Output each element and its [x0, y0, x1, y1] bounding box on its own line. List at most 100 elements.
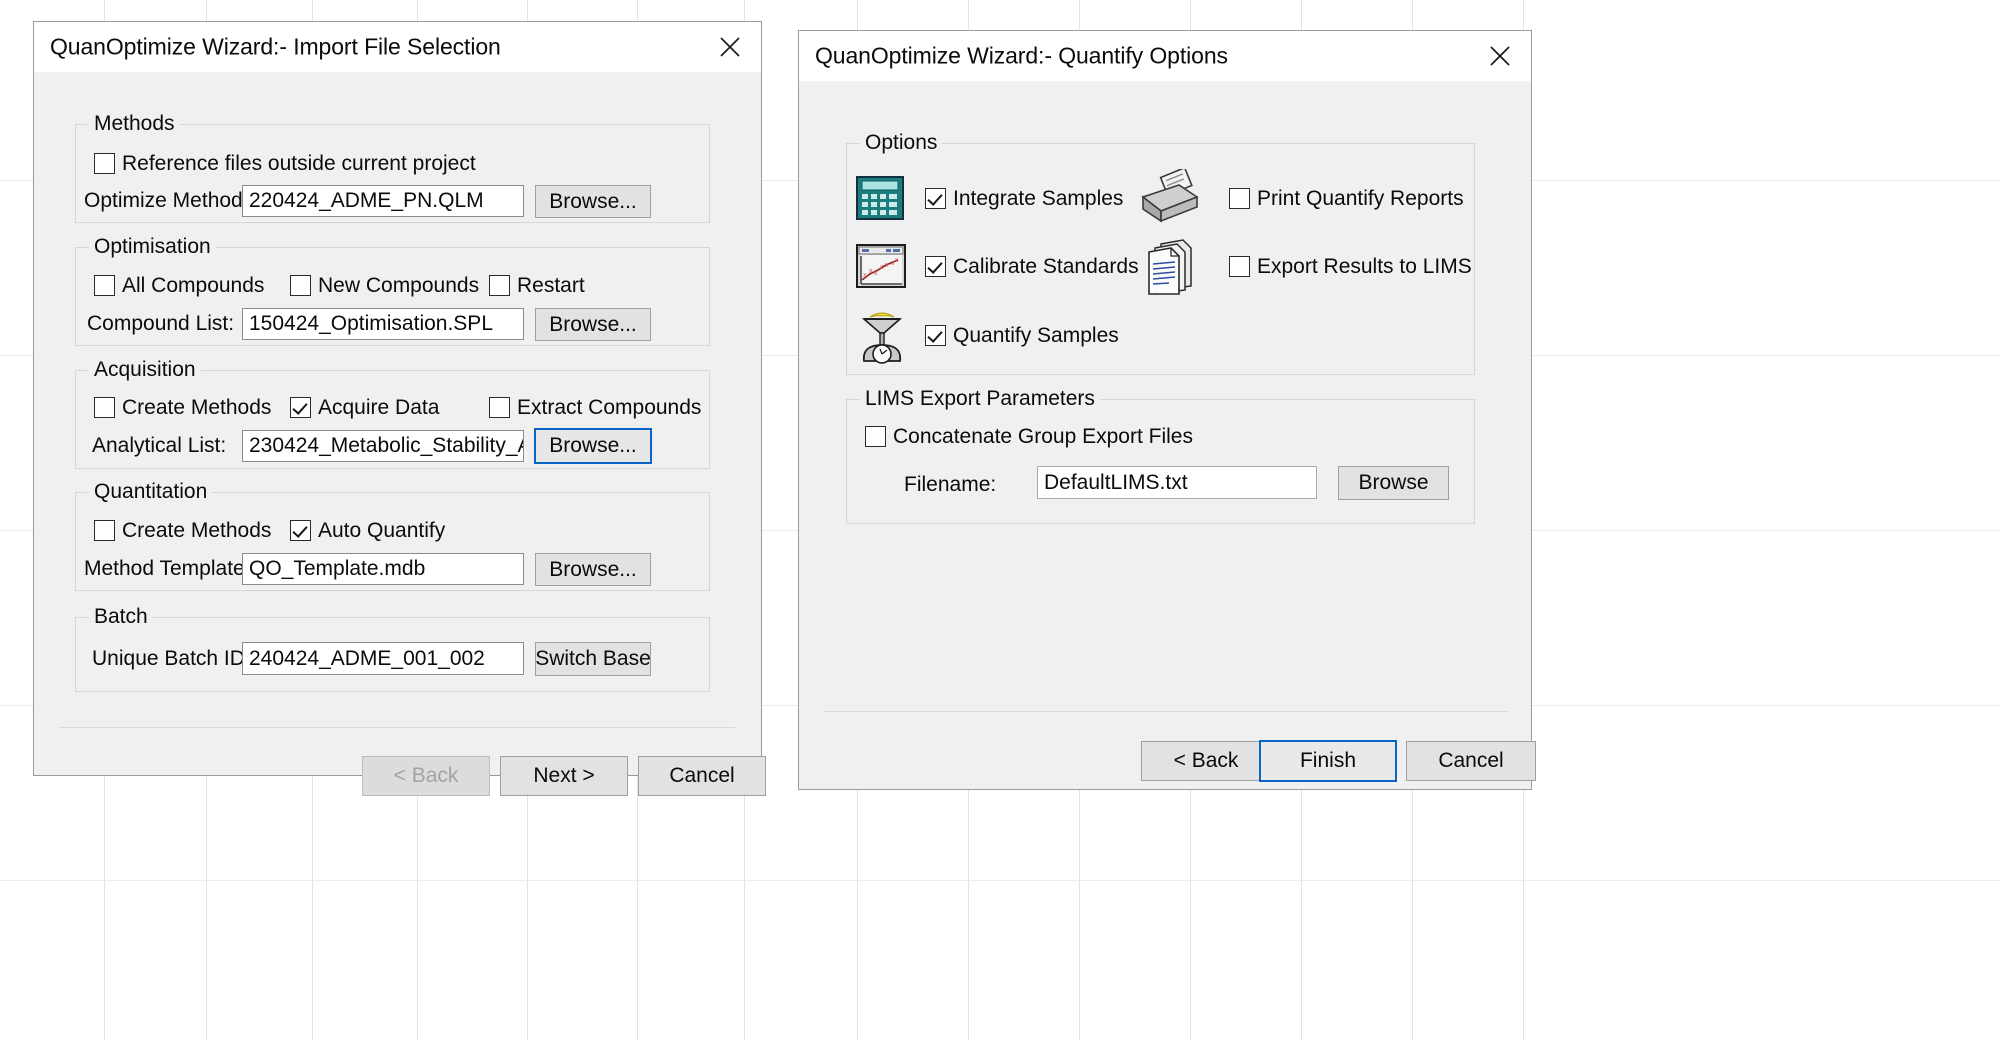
print-quantify-reports-checkbox[interactable]: Print Quantify Reports — [1229, 188, 1464, 209]
unique-batch-id-label: Unique Batch ID: — [92, 647, 251, 670]
right-dialog-titlebar: QuanOptimize Wizard:- Quantify Options — [799, 31, 1531, 81]
lims-browse-button[interactable]: Browse — [1338, 466, 1449, 500]
reference-files-checkbox[interactable]: Reference files outside current project — [94, 153, 476, 174]
checkbox-box — [865, 426, 886, 447]
next-button[interactable]: Next > — [500, 756, 628, 796]
unique-batch-id-input[interactable]: 240424_ADME_001_002 — [242, 642, 524, 675]
checkbox-box — [489, 397, 510, 418]
cancel-button[interactable]: Cancel — [1406, 741, 1536, 781]
quantify-samples-checkbox[interactable]: Quantify Samples — [925, 325, 1119, 346]
quantify-options-dialog: QuanOptimize Wizard:- Quantify Options O… — [798, 30, 1536, 790]
compound-list-input[interactable]: 150424_Optimisation.SPL — [242, 308, 524, 340]
calculator-icon — [856, 176, 904, 225]
quantitation-create-methods-label: Create Methods — [122, 519, 272, 542]
compound-list-label: Compound List: — [87, 312, 235, 335]
documents-icon — [1145, 238, 1201, 301]
options-group-title: Options — [860, 131, 943, 155]
method-template-browse-button[interactable]: Browse... — [535, 553, 651, 586]
auto-quantify-label: Auto Quantify — [318, 519, 446, 542]
svg-text:x: x — [874, 270, 878, 277]
printer-icon — [1139, 166, 1201, 232]
calibrate-standards-checkbox[interactable]: Calibrate Standards — [925, 256, 1139, 277]
checkbox-box — [1229, 256, 1250, 277]
acquisition-create-methods-label: Create Methods — [122, 396, 272, 419]
footer-divider — [824, 711, 1508, 712]
checkbox-box — [1229, 188, 1250, 209]
left-dialog-title: QuanOptimize Wizard:- Import File Select… — [50, 33, 501, 60]
batch-group-title: Batch — [89, 605, 153, 629]
weighing-scale-icon — [854, 309, 910, 372]
acquire-data-checkbox[interactable]: Acquire Data — [290, 397, 439, 418]
filename-label: Filename: — [904, 473, 997, 496]
svg-text:x: x — [869, 268, 873, 275]
acquisition-create-methods-checkbox[interactable]: Create Methods — [94, 397, 271, 418]
svg-text:x: x — [863, 272, 867, 279]
close-icon[interactable] — [699, 22, 761, 72]
concatenate-group-export-files-checkbox[interactable]: Concatenate Group Export Files — [865, 426, 1193, 447]
svg-text:x: x — [895, 257, 899, 264]
checkbox-box — [290, 520, 311, 541]
left-dialog-body: Methods Reference files outside current … — [34, 72, 766, 796]
quantitation-group-title: Quantitation — [89, 480, 213, 504]
svg-text:x: x — [880, 264, 884, 271]
quantitation-create-methods-checkbox[interactable]: Create Methods — [94, 520, 271, 541]
analytical-list-input[interactable]: 230424_Metabolic_Stability_Analysis_ — [242, 430, 524, 462]
right-dialog-title: QuanOptimize Wizard:- Quantify Options — [815, 42, 1228, 69]
filename-input[interactable]: DefaultLIMS.txt — [1037, 466, 1317, 499]
acquisition-group-title: Acquisition — [89, 358, 201, 382]
extract-compounds-label: Extract Compounds — [517, 396, 702, 419]
integrate-samples-label: Integrate Samples — [953, 187, 1124, 210]
method-template-label: Method Template: — [84, 557, 251, 580]
lims-group-title: LIMS Export Parameters — [860, 387, 1100, 411]
checkbox-box — [94, 397, 115, 418]
checkbox-box — [925, 188, 946, 209]
checkbox-box — [94, 153, 115, 174]
cancel-button[interactable]: Cancel — [638, 756, 766, 796]
analytical-list-label: Analytical List: — [92, 434, 227, 457]
svg-text:x: x — [885, 262, 889, 269]
compound-list-browse-button[interactable]: Browse... — [535, 308, 651, 341]
all-compounds-label: All Compounds — [122, 274, 265, 297]
method-template-input[interactable]: QO_Template.mdb — [242, 553, 524, 585]
finish-button[interactable]: Finish — [1259, 740, 1397, 782]
checkbox-box — [489, 275, 510, 296]
optimize-method-input[interactable]: 220424_ADME_PN.QLM — [242, 185, 524, 217]
extract-compounds-checkbox[interactable]: Extract Compounds — [489, 397, 701, 418]
calibrate-standards-label: Calibrate Standards — [953, 255, 1139, 278]
methods-group-title: Methods — [89, 112, 180, 136]
optimisation-group-title: Optimisation — [89, 235, 216, 259]
checkbox-box — [94, 275, 115, 296]
footer-divider — [59, 727, 735, 728]
right-dialog-body: Options Integrate Samples Print Quantify… — [799, 81, 1536, 789]
back-button[interactable]: < Back — [362, 756, 490, 796]
back-button[interactable]: < Back — [1141, 741, 1271, 781]
all-compounds-checkbox[interactable]: All Compounds — [94, 275, 264, 296]
print-quantify-reports-label: Print Quantify Reports — [1257, 187, 1464, 210]
optimize-method-browse-button[interactable]: Browse... — [535, 185, 651, 218]
checkbox-box — [925, 256, 946, 277]
optimize-method-label: Optimize Method: — [84, 189, 249, 212]
restart-label: Restart — [517, 274, 585, 297]
close-icon[interactable] — [1469, 31, 1531, 81]
concatenate-label: Concatenate Group Export Files — [893, 425, 1193, 448]
quantify-samples-label: Quantify Samples — [953, 324, 1119, 347]
export-results-to-lims-checkbox[interactable]: Export Results to LIMS — [1229, 256, 1472, 277]
left-dialog-titlebar: QuanOptimize Wizard:- Import File Select… — [34, 22, 761, 72]
reference-files-label: Reference files outside current project — [122, 152, 476, 175]
import-file-selection-dialog: QuanOptimize Wizard:- Import File Select… — [33, 21, 766, 796]
calibration-chart-icon: xxx xxx x — [856, 244, 906, 293]
checkbox-box — [94, 520, 115, 541]
export-results-to-lims-label: Export Results to LIMS — [1257, 255, 1472, 278]
restart-checkbox[interactable]: Restart — [489, 275, 585, 296]
checkbox-box — [290, 275, 311, 296]
new-compounds-checkbox[interactable]: New Compounds — [290, 275, 479, 296]
integrate-samples-checkbox[interactable]: Integrate Samples — [925, 188, 1123, 209]
lims-export-parameters-group: LIMS Export Parameters — [846, 387, 1475, 524]
switch-base-button[interactable]: Switch Base — [535, 642, 651, 676]
checkbox-box — [290, 397, 311, 418]
new-compounds-label: New Compounds — [318, 274, 480, 297]
auto-quantify-checkbox[interactable]: Auto Quantify — [290, 520, 445, 541]
checkbox-box — [925, 325, 946, 346]
acquire-data-label: Acquire Data — [318, 396, 440, 419]
analytical-list-browse-button[interactable]: Browse... — [534, 428, 652, 464]
